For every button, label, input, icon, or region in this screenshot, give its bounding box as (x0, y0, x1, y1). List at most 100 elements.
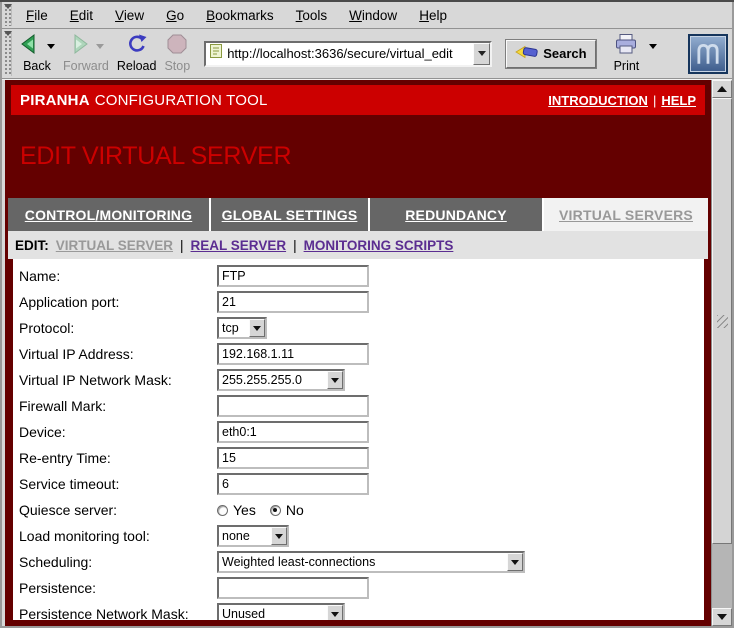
back-dropdown-icon[interactable] (47, 44, 55, 53)
menu-edit[interactable]: Edit (59, 4, 104, 27)
field-label: Quiesce server: (19, 502, 217, 518)
reload-button[interactable]: Reload (113, 32, 161, 75)
url-history-dropdown[interactable] (473, 43, 490, 65)
chevron-down-icon (507, 553, 523, 571)
load-monitoring-select[interactable]: none (217, 525, 289, 547)
form-row-quiesce-server: Quiesce server: Yes No (13, 497, 704, 523)
field-label: Application port: (19, 294, 217, 310)
reload-label: Reload (117, 59, 157, 73)
forward-icon (68, 33, 90, 60)
tab-redundancy[interactable]: REDUNDANCY (370, 198, 542, 231)
protocol-select[interactable]: tcp (217, 317, 267, 339)
form-row-load-monitoring: Load monitoring tool: none (13, 523, 704, 549)
application-port-input[interactable] (217, 291, 369, 313)
vertical-scrollbar[interactable] (711, 80, 732, 626)
tab-virtual-servers[interactable]: VIRTUAL SERVERS (544, 198, 708, 231)
menu-window[interactable]: Window (338, 4, 408, 27)
quiesce-no-radio[interactable] (270, 505, 281, 516)
print-dropdown-icon[interactable] (649, 44, 657, 53)
tab-global-settings[interactable]: GLOBAL SETTINGS (211, 198, 368, 231)
browser-viewport: PIRANHA CONFIGURATION TOOL INTRODUCTION … (5, 80, 711, 626)
piranha-header-bar: PIRANHA CONFIGURATION TOOL INTRODUCTION … (11, 85, 705, 115)
toolbar-grippy[interactable] (4, 4, 12, 26)
print-button[interactable]: Print (610, 32, 644, 75)
scroll-down-button[interactable] (712, 608, 732, 626)
print-icon (614, 33, 638, 60)
menu-view[interactable]: View (104, 4, 155, 27)
back-button[interactable]: Back (15, 32, 59, 75)
stop-icon (166, 33, 188, 60)
arrow-up-icon (717, 81, 727, 92)
real-server-link[interactable]: REAL SERVER (191, 238, 287, 253)
firewall-mark-input[interactable] (217, 395, 369, 417)
search-icon (515, 43, 539, 64)
brand-subtitle: CONFIGURATION TOOL (95, 92, 268, 109)
menu-tools[interactable]: Tools (285, 4, 339, 27)
persistence-input[interactable] (217, 577, 369, 599)
menu-go[interactable]: Go (155, 4, 195, 27)
scrollbar-trough[interactable] (712, 544, 732, 608)
menu-help[interactable]: Help (408, 4, 458, 27)
chevron-down-icon (249, 319, 265, 337)
chevron-down-icon (327, 605, 343, 620)
quiesce-no-label: No (286, 502, 304, 518)
stop-button[interactable]: Stop (160, 32, 194, 75)
page-title: EDIT VIRTUAL SERVER (20, 142, 291, 171)
forward-button[interactable]: Forward (59, 32, 113, 75)
scheduling-select[interactable]: Weighted least-connections (217, 551, 525, 573)
search-label: Search (543, 46, 586, 61)
monitoring-scripts-link[interactable]: MONITORING SCRIPTS (304, 238, 454, 253)
form-row-persistence-netmask: Persistence Network Mask: Unused (13, 601, 704, 620)
chevron-down-icon (271, 527, 287, 545)
menu-file[interactable]: File (15, 4, 59, 27)
form-row-virtual-ip-netmask: Virtual IP Network Mask: 255.255.255.0 (13, 367, 704, 393)
field-label: Persistence Network Mask: (19, 606, 217, 620)
introduction-link[interactable]: INTRODUCTION (548, 93, 648, 108)
scroll-up-button[interactable] (712, 80, 732, 98)
field-label: Device: (19, 424, 217, 440)
stop-label: Stop (164, 59, 190, 73)
form-row-protocol: Protocol: tcp (13, 315, 704, 341)
subnav-separator: | (180, 238, 184, 253)
virtual-ip-netmask-select[interactable]: 255.255.255.0 (217, 369, 345, 391)
arrow-down-icon (717, 614, 727, 625)
forward-dropdown-icon[interactable] (96, 44, 104, 53)
field-label: Firewall Mark: (19, 398, 217, 414)
mozilla-logo[interactable] (688, 34, 728, 74)
device-input[interactable] (217, 421, 369, 443)
tab-bar: CONTROL/MONITORING GLOBAL SETTINGS REDUN… (8, 198, 708, 231)
help-link[interactable]: HELP (661, 93, 696, 108)
form-row-application-port: Application port: (13, 289, 704, 315)
form-row-scheduling: Scheduling: Weighted least-connections (13, 549, 704, 575)
form-row-service-timeout: Service timeout: (13, 471, 704, 497)
search-button[interactable]: Search (506, 40, 595, 68)
menu-bookmarks[interactable]: Bookmarks (195, 4, 285, 27)
reentry-time-input[interactable] (217, 447, 369, 469)
form-row-reentry-time: Re-entry Time: (13, 445, 704, 471)
link-separator: | (653, 93, 656, 108)
persistence-netmask-select[interactable]: Unused (217, 603, 345, 620)
form-row-device: Device: (13, 419, 704, 445)
name-input[interactable] (217, 265, 369, 287)
url-bar (204, 41, 492, 67)
field-label: Protocol: (19, 320, 217, 336)
edit-subnav: EDIT: VIRTUAL SERVER | REAL SERVER | MON… (8, 231, 708, 259)
field-label: Scheduling: (19, 554, 217, 570)
scrollbar-thumb[interactable] (712, 98, 732, 544)
field-label: Re-entry Time: (19, 450, 217, 466)
subnav-prefix: EDIT: (15, 238, 49, 253)
tab-control-monitoring[interactable]: CONTROL/MONITORING (8, 198, 209, 231)
quiesce-yes-radio[interactable] (217, 505, 228, 516)
page-bookmark-icon[interactable] (209, 43, 223, 64)
browser-window: File Edit View Go Bookmarks Tools Window… (0, 0, 734, 628)
virtual-ip-input[interactable] (217, 343, 369, 365)
reload-icon (126, 33, 148, 60)
form-row-name: Name: (13, 263, 704, 289)
brand-name: PIRANHA (20, 92, 90, 109)
service-timeout-input[interactable] (217, 473, 369, 495)
print-group: Print (610, 32, 658, 75)
field-label: Name: (19, 268, 217, 284)
url-input[interactable] (225, 44, 473, 64)
toolbar-grippy[interactable] (4, 31, 12, 76)
virtual-server-form: Name: Application port: Protocol: tcp Vi… (13, 259, 704, 620)
